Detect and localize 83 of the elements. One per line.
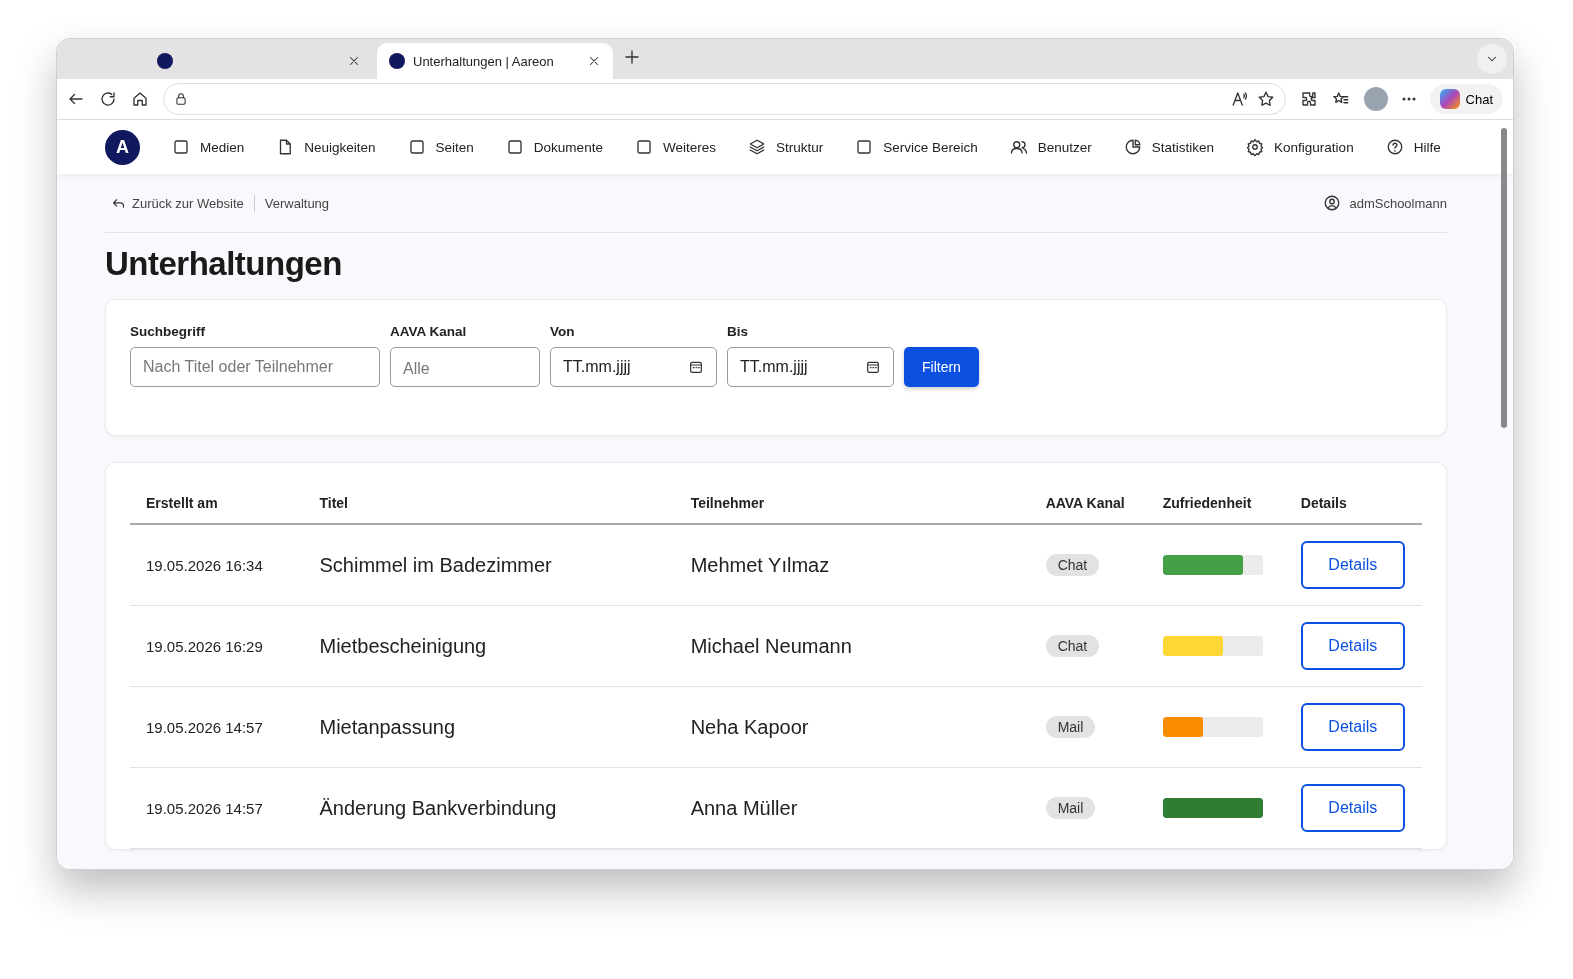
nav-item[interactable]: Medien	[156, 138, 261, 156]
read-aloud-icon	[1230, 90, 1249, 108]
table-cell: Mietanpassung	[303, 686, 675, 768]
users-icon	[1009, 138, 1028, 156]
column-header: Details	[1284, 483, 1422, 524]
date-field[interactable]: TT.mm.jjjj	[727, 347, 894, 387]
layers-icon	[747, 138, 766, 156]
page-title: Unterhaltungen	[105, 245, 343, 283]
nav-item[interactable]: Benutzer	[993, 138, 1108, 156]
browser-tab[interactable]: Unterhaltungen | Aareon	[377, 43, 613, 79]
column-header: Erstellt am	[130, 483, 304, 524]
square-icon	[407, 138, 426, 156]
channel-tag: Mail	[1045, 797, 1096, 819]
field-label: Suchbegriff	[130, 324, 206, 339]
username: admSchoolmann	[1349, 195, 1447, 211]
reload-icon	[99, 90, 117, 108]
help-icon	[1385, 138, 1404, 156]
table-cell: Schimmel im Badezimmer	[303, 524, 675, 606]
more-icon[interactable]	[1401, 97, 1416, 101]
channel-tag: Chat	[1045, 635, 1100, 657]
table-cell: Neha Kapoor	[674, 686, 1030, 768]
table-cell: 19.05.2026 14:57	[130, 767, 304, 849]
nav-item[interactable]: Konfiguration	[1230, 138, 1370, 156]
field-label: AAVA Kanal	[390, 324, 468, 339]
field-label: Bis	[727, 324, 749, 339]
nav-item[interactable]: Hilfe	[1369, 138, 1457, 156]
calendar-icon	[865, 359, 881, 375]
logo[interactable]: A	[105, 129, 140, 165]
puzzle-icon	[1299, 90, 1318, 108]
nav-item[interactable]: Neuigkeiten	[260, 138, 392, 156]
column-header: Zufriedenheit	[1146, 483, 1285, 524]
nav-item[interactable]: Dokumente	[489, 138, 619, 156]
date-field[interactable]: TT.mm.jjjj	[550, 347, 717, 387]
table-cell: Mietbescheinigung	[303, 605, 675, 687]
filter-button[interactable]: Filtern	[904, 347, 979, 387]
table-cell: Michael Neumann	[674, 605, 1030, 687]
home-icon	[131, 90, 149, 108]
square-icon	[634, 138, 653, 156]
avatar-icon[interactable]	[1363, 87, 1388, 111]
details-button[interactable]: Details	[1300, 541, 1405, 589]
favicon-icon	[389, 53, 405, 69]
nav-item[interactable]: Seiten	[391, 138, 490, 156]
channel-tag: Mail	[1045, 716, 1096, 738]
nav-item[interactable]: Service Bereich	[839, 138, 994, 156]
favicon-icon	[157, 53, 173, 69]
field-label: Von	[550, 324, 576, 339]
star-icon	[1256, 90, 1275, 108]
channel-tag: Chat	[1045, 554, 1100, 576]
tab-title: Unterhaltungen | Aareon	[413, 53, 554, 69]
square-icon	[505, 138, 524, 156]
back-link[interactable]: Zurück zur Website	[105, 194, 255, 212]
lock-icon	[174, 92, 188, 106]
column-header: AAVA Kanal	[1029, 483, 1147, 524]
table-cell: Mehmet Yılmaz	[674, 524, 1030, 606]
table-cell: 19.05.2026 16:29	[130, 605, 304, 687]
details-button[interactable]: Details	[1300, 784, 1405, 832]
square-icon	[172, 138, 190, 156]
table-cell: 19.05.2026 14:57	[130, 686, 304, 768]
close-icon	[347, 54, 361, 68]
table-cell: Änderung Bankverbindung	[303, 767, 675, 849]
copilot-icon	[1439, 89, 1460, 109]
nav-item[interactable]: Struktur	[731, 138, 840, 156]
channel-select[interactable]: Alle	[390, 347, 540, 387]
scrollbar[interactable]	[1501, 128, 1507, 428]
user-icon	[1323, 194, 1342, 212]
plus-icon	[623, 48, 641, 66]
column-header: Teilnehmer	[674, 483, 1030, 524]
nav-item[interactable]: Statistiken	[1107, 138, 1231, 156]
breadcrumb-current: Verwaltung	[263, 195, 330, 211]
details-button[interactable]: Details	[1300, 622, 1405, 670]
pie-chart-icon	[1123, 138, 1142, 156]
table-cell: Anna Müller	[674, 767, 1030, 849]
square-icon	[855, 138, 874, 156]
tab-list-button[interactable]	[1477, 44, 1507, 74]
calendar-icon	[688, 359, 704, 375]
chat-button[interactable]: Chat	[1429, 84, 1503, 114]
details-button[interactable]: Details	[1300, 703, 1405, 751]
nav-item[interactable]: Weiteres	[618, 138, 732, 156]
settings-icon	[1246, 138, 1265, 156]
close-icon	[587, 54, 601, 68]
search-field[interactable]: Nach Titel oder Teilnehmer	[130, 347, 380, 387]
column-header: Titel	[303, 483, 675, 524]
table-cell: 19.05.2026 16:34	[130, 524, 304, 606]
